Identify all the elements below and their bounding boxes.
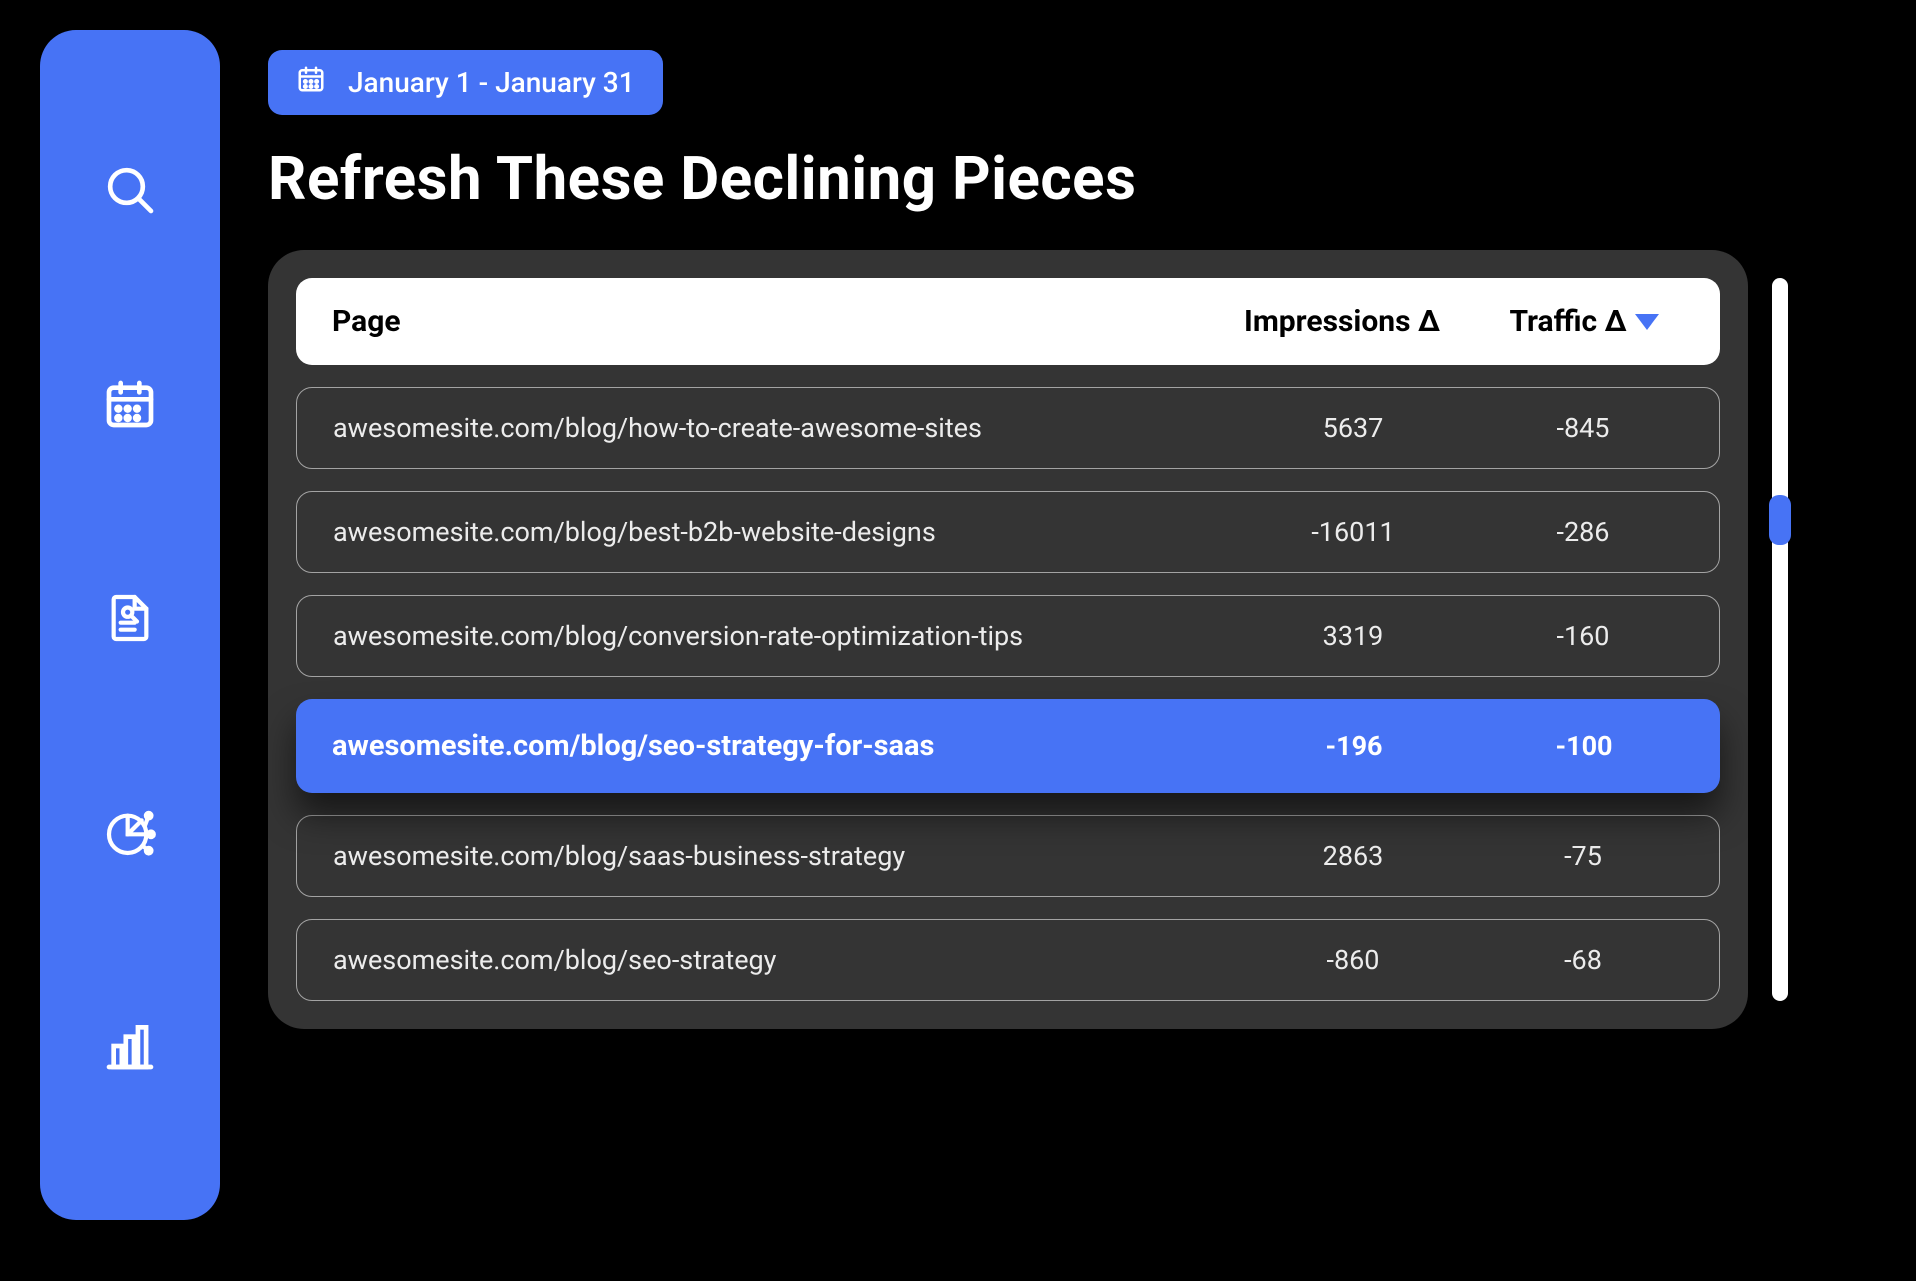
cell-traffic: -286 xyxy=(1483,516,1683,548)
column-header-page[interactable]: Page xyxy=(332,304,1200,339)
cell-page: awesomesite.com/blog/how-to-create-aweso… xyxy=(333,412,1223,444)
table-row[interactable]: awesomesite.com/blog/conversion-rate-opt… xyxy=(296,595,1720,677)
date-range-badge[interactable]: January 1 - January 31 xyxy=(268,50,663,115)
cell-impressions: -860 xyxy=(1223,944,1483,976)
document-search-icon xyxy=(102,590,158,650)
cell-impressions: 3319 xyxy=(1223,620,1483,652)
sidebar xyxy=(40,30,220,1220)
table-row[interactable]: awesomesite.com/blog/how-to-create-aweso… xyxy=(296,387,1720,469)
bar-chart-icon xyxy=(102,1018,158,1078)
scrollbar-thumb[interactable] xyxy=(1769,495,1791,545)
sidebar-item-search[interactable] xyxy=(98,160,162,224)
cell-impressions: 2863 xyxy=(1223,840,1483,872)
date-range-text: January 1 - January 31 xyxy=(348,66,635,99)
page-title: Refresh These Declining Pieces xyxy=(268,143,1788,214)
sidebar-item-calendar[interactable] xyxy=(98,374,162,438)
cell-traffic: -75 xyxy=(1483,840,1683,872)
sort-descending-icon xyxy=(1635,314,1659,330)
column-header-impressions[interactable]: Impressions Δ xyxy=(1212,304,1472,339)
pie-chart-icon xyxy=(102,804,158,864)
cell-traffic: -845 xyxy=(1483,412,1683,444)
table-header-row: Page Impressions Δ Traffic Δ xyxy=(296,278,1720,365)
table-row[interactable]: awesomesite.com/blog/seo-strategy -860 -… xyxy=(296,919,1720,1001)
table-row[interactable]: awesomesite.com/blog/best-b2b-website-de… xyxy=(296,491,1720,573)
cell-page: awesomesite.com/blog/seo-strategy-for-sa… xyxy=(332,729,1224,763)
column-header-traffic[interactable]: Traffic Δ xyxy=(1484,304,1684,339)
column-header-traffic-label: Traffic Δ xyxy=(1509,304,1626,339)
table-row-selected[interactable]: awesomesite.com/blog/seo-strategy-for-sa… xyxy=(296,699,1720,793)
sidebar-item-bars[interactable] xyxy=(98,1016,162,1080)
cell-impressions: -196 xyxy=(1224,730,1484,762)
cell-traffic: -100 xyxy=(1484,730,1684,762)
sidebar-item-analytics[interactable] xyxy=(98,802,162,866)
calendar-icon xyxy=(102,376,158,436)
table-row[interactable]: awesomesite.com/blog/saas-business-strat… xyxy=(296,815,1720,897)
declining-table: Page Impressions Δ Traffic Δ awesomesite… xyxy=(268,250,1748,1029)
search-icon xyxy=(102,162,158,222)
cell-page: awesomesite.com/blog/saas-business-strat… xyxy=(333,840,1223,872)
main-content: January 1 - January 31 Refresh These Dec… xyxy=(268,30,1788,1029)
cell-impressions: 5637 xyxy=(1223,412,1483,444)
cell-page: awesomesite.com/blog/best-b2b-website-de… xyxy=(333,516,1223,548)
scrollbar-track[interactable] xyxy=(1772,278,1788,1001)
sidebar-item-report[interactable] xyxy=(98,588,162,652)
cell-impressions: -16011 xyxy=(1223,516,1483,548)
cell-traffic: -160 xyxy=(1483,620,1683,652)
cell-traffic: -68 xyxy=(1483,944,1683,976)
cell-page: awesomesite.com/blog/conversion-rate-opt… xyxy=(333,620,1223,652)
calendar-icon xyxy=(296,64,326,101)
cell-page: awesomesite.com/blog/seo-strategy xyxy=(333,944,1223,976)
